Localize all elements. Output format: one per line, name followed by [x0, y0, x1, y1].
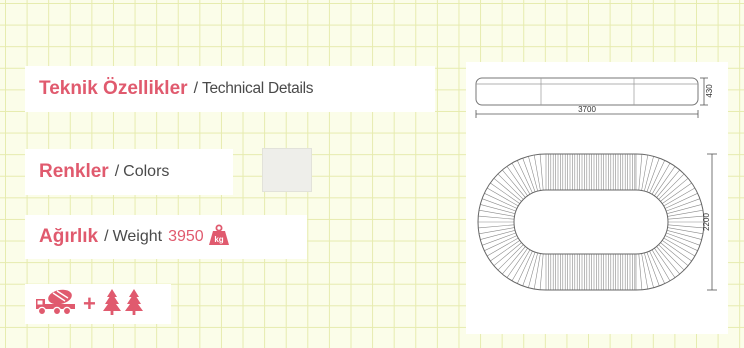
- weight-separator: /: [104, 228, 109, 245]
- pine-tree-icon: [124, 288, 144, 321]
- colors-title-tr: Renkler: [39, 161, 109, 182]
- pine-tree-icon: [102, 288, 122, 321]
- length-dimension: 3700: [578, 105, 596, 114]
- concrete-mixer-truck-icon: [35, 287, 77, 322]
- width-dimension: 2200: [702, 213, 711, 231]
- weight-heading: Ağırlık / Weight 3950 kg: [25, 215, 307, 259]
- kg-badge-text: kg: [214, 235, 223, 244]
- installation-icons: +: [25, 284, 171, 324]
- technical-title-en: Technical Details: [202, 80, 314, 97]
- plus-sign: +: [83, 291, 96, 316]
- weight-kg-icon: kg: [208, 224, 230, 251]
- technical-separator: /: [193, 80, 199, 97]
- colors-heading: Renkler / Colors: [25, 149, 233, 195]
- colors-separator: /: [114, 163, 120, 180]
- color-swatch: [262, 148, 312, 192]
- bench-slats: [478, 154, 704, 290]
- height-dimension: 430: [705, 84, 714, 98]
- bench-drawing: 3700 430 2200: [475, 77, 717, 291]
- weight-title-en: Weight: [112, 228, 163, 245]
- side-elevation: 3700 430: [475, 77, 714, 118]
- plan-view: 2200: [477, 153, 717, 291]
- technical-title-tr: Teknik Özellikler: [39, 78, 188, 99]
- weight-title-tr: Ağırlık: [39, 226, 99, 247]
- weight-value: 3950: [168, 228, 204, 245]
- colors-title-en: Colors: [123, 163, 170, 180]
- technical-drawing: 3700 430 2200: [466, 62, 728, 334]
- technical-details-heading: Teknik Özellikler / Technical Details: [25, 66, 435, 112]
